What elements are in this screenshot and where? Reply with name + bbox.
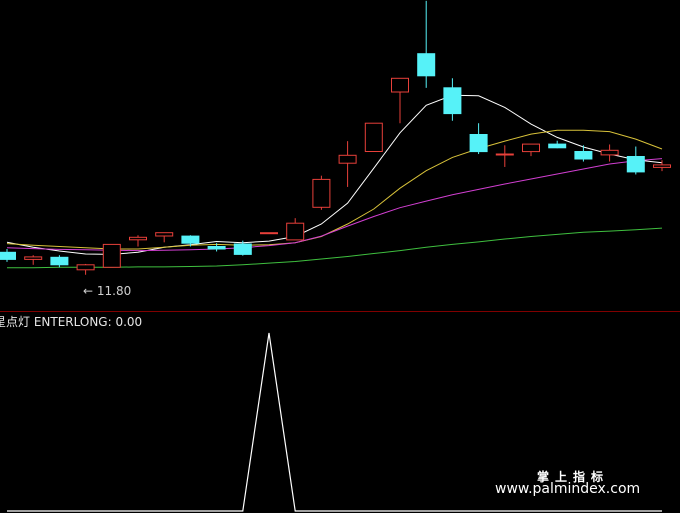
candle — [600, 144, 619, 162]
candle-body — [364, 122, 383, 152]
candle-body — [155, 232, 174, 237]
candle — [548, 140, 567, 149]
low-price-annotation: ← 11.80 — [83, 284, 132, 298]
stock-chart — [0, 0, 680, 512]
candle-body — [102, 243, 121, 268]
price-panel — [0, 0, 671, 275]
candle — [338, 141, 357, 187]
watermark-url: www.palmindex.com — [495, 481, 641, 497]
candle — [286, 218, 305, 241]
candle-body — [181, 235, 200, 244]
candle — [102, 243, 121, 268]
candle — [260, 232, 278, 235]
candle-body — [338, 154, 357, 164]
candle-body — [522, 143, 540, 153]
candle — [443, 78, 462, 121]
candle-body — [312, 178, 331, 208]
candle — [626, 146, 645, 175]
candle-body — [469, 134, 488, 153]
candle-body — [207, 246, 226, 250]
candle — [417, 0, 436, 88]
candle-body — [260, 232, 278, 235]
candle — [391, 77, 409, 124]
candle — [129, 235, 147, 247]
candle-body — [233, 243, 252, 255]
candle — [364, 122, 383, 152]
moving-average-magenta — [6, 158, 663, 252]
candle-body — [417, 53, 436, 77]
candle-body — [76, 264, 95, 271]
indicator-title: 星点灯 ENTERLONG: 0.00 — [0, 315, 143, 329]
candle-body — [50, 256, 69, 266]
candle-body — [574, 151, 593, 160]
candle-body — [626, 156, 645, 173]
candle-body — [548, 143, 567, 149]
candle-body — [443, 87, 462, 115]
candle-body — [0, 251, 16, 260]
candle-body — [495, 153, 514, 156]
candle — [24, 255, 43, 265]
candle — [522, 143, 540, 157]
candle — [0, 248, 16, 262]
candle — [155, 232, 174, 243]
candle-body — [24, 256, 43, 260]
candle — [574, 145, 593, 162]
candle-body — [653, 164, 671, 168]
candle — [312, 175, 331, 210]
candle — [50, 255, 69, 268]
candle — [469, 123, 488, 155]
candle-body — [391, 77, 409, 93]
candle-body — [129, 236, 147, 241]
candle — [495, 145, 514, 167]
candle-body — [600, 149, 619, 156]
candle — [76, 263, 95, 275]
candle-body — [286, 222, 305, 241]
